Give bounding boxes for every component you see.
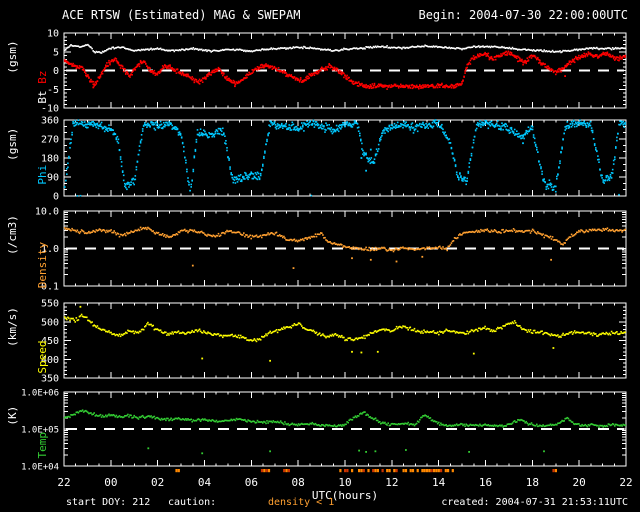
svg-text:-10: -10	[41, 104, 59, 115]
svg-text:180: 180	[41, 154, 59, 165]
panel-temp: 1.0E+041.0E+051.0E+06Temp (K)	[6, 389, 627, 473]
svg-text:270: 270	[41, 135, 59, 146]
panel-speed: 350400450500550Speed(km/s)	[6, 299, 627, 385]
ylabel-name-density: Density	[36, 241, 49, 288]
svg-text:360: 360	[41, 116, 59, 127]
ylabel-units-speed: (km/s)	[6, 307, 19, 347]
panel-density: 0.11.010.0Density(/cm3)	[6, 207, 627, 293]
created-timestamp: created: 2004-07-31 21:53:11UTC	[441, 497, 628, 508]
panel-ytick-labels-temp: 1.0E+041.0E+051.0E+06	[21, 389, 59, 473]
ylabel-name-speed: Speed	[36, 340, 49, 373]
ylabel-units-phi: (gsm)	[6, 128, 19, 161]
svg-text:0: 0	[53, 66, 59, 77]
panel-ticks-phi	[63, 119, 627, 197]
svg-text:350: 350	[41, 374, 59, 385]
ylabel-units-temp: (K)	[6, 406, 19, 426]
svg-text:10.0: 10.0	[35, 207, 59, 218]
svg-text:550: 550	[41, 299, 59, 310]
plot-canvas: -10-50510Bt Bz(gsm)090180270360Phi(gsm)0…	[6, 29, 633, 503]
ylabel-units-bt-bz: (gsm)	[6, 40, 19, 73]
caution-label: caution:	[168, 497, 217, 508]
ylabel-name-phi: Phi	[36, 165, 49, 185]
ylabel-name-bt-bz: Bt Bz	[36, 70, 49, 103]
svg-text:10: 10	[47, 29, 59, 40]
svg-text:5: 5	[53, 47, 59, 58]
series-phi-points	[63, 119, 627, 197]
page-title: ACE RTSW (Estimated) MAG & SWEPAM	[62, 8, 301, 22]
start-doy-label: start DOY: 212	[66, 497, 151, 508]
ylabel-name-temp: Temp	[36, 432, 49, 459]
svg-text:500: 500	[41, 317, 59, 328]
panel-phi: 090180270360Phi(gsm)	[6, 116, 627, 203]
ylabel-units-density: (/cm3)	[6, 215, 19, 255]
caution-density-value: density < 1	[268, 497, 335, 508]
svg-text:1.0E+06: 1.0E+06	[21, 389, 59, 399]
series-bt-points	[63, 43, 627, 54]
svg-text:1.0E+04: 1.0E+04	[21, 463, 59, 473]
series-temp-points	[63, 409, 627, 455]
panel-bt-bz: -10-50510Bt Bz(gsm)	[6, 29, 627, 115]
ace-rtsw-plot-window: -10 -5 0 5 10 Bt Bz (gsm) 0 90 180 270 360 Phi (gsm) 0…	[0, 0, 640, 512]
svg-text:0: 0	[53, 192, 59, 203]
series-speed-points	[63, 305, 627, 362]
caution-tick-marks	[175, 469, 557, 473]
panel-ytick-labels-phi: 090180270360	[41, 116, 59, 203]
panel-frame-phi	[63, 119, 627, 197]
begin-timestamp: Begin: 2004-07-30 22:00:00UTC	[418, 8, 628, 22]
